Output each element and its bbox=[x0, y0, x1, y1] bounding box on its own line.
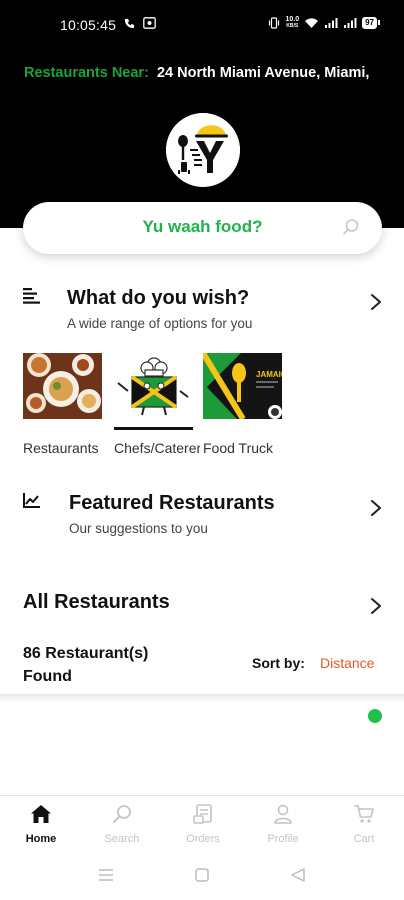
nav-label: Cart bbox=[353, 833, 375, 845]
featured-section-title: Featured Restaurants bbox=[69, 492, 275, 514]
food-truck-banner: JAMAICA bbox=[256, 370, 282, 379]
status-right-icons: 10.0 KB/S 97 bbox=[268, 16, 380, 29]
search-icon[interactable] bbox=[342, 218, 360, 236]
network-speed-value: 10.0 bbox=[285, 16, 300, 23]
wish-section-subtitle: A wide range of options for you bbox=[67, 316, 253, 331]
nav-label: Home bbox=[25, 833, 57, 845]
search-icon bbox=[113, 805, 131, 823]
nav-cart[interactable]: Cart bbox=[334, 804, 394, 845]
trending-chart-icon bbox=[23, 493, 40, 508]
status-time: 10:05:45 bbox=[60, 17, 117, 33]
system-nav-bar bbox=[0, 852, 404, 900]
category-food-truck[interactable]: JAMAICA Food Truck bbox=[203, 353, 285, 456]
home-icon bbox=[31, 805, 51, 823]
list-divider bbox=[0, 694, 404, 702]
location-address[interactable]: 24 North Miami Avenue, Miami, bbox=[157, 65, 369, 81]
network-speed: 10.0 KB/S bbox=[285, 16, 299, 29]
chevron-right-icon[interactable] bbox=[370, 499, 382, 517]
network-speed-unit: KB/S bbox=[286, 23, 299, 29]
screen-record-icon bbox=[143, 17, 156, 29]
restaurants-image bbox=[23, 353, 102, 419]
status-bar: 10:05:45 10.0 KB/S 97 bbox=[0, 0, 404, 52]
online-status-dot bbox=[368, 709, 382, 723]
category-label: Chefs/Caterers bbox=[114, 440, 200, 456]
category-restaurants[interactable]: Restaurants bbox=[23, 353, 105, 456]
signal-icon bbox=[325, 17, 338, 28]
chevron-right-icon[interactable] bbox=[370, 293, 382, 311]
location-row[interactable]: Restaurants Near: 24 North Miami Avenue,… bbox=[24, 65, 394, 81]
search-bar[interactable]: Yu waah food? bbox=[23, 202, 382, 254]
restaurant-count-suffix: Found bbox=[23, 668, 72, 685]
sort-dropdown[interactable]: Distance bbox=[320, 655, 374, 671]
wish-section-title: What do you wish? bbox=[67, 287, 250, 309]
signal-icon-2 bbox=[344, 17, 357, 28]
back-icon[interactable] bbox=[290, 867, 306, 883]
nav-home[interactable]: Home bbox=[11, 804, 71, 845]
logo-mark bbox=[166, 113, 240, 187]
nav-label: Search bbox=[104, 833, 140, 845]
recent-apps-icon[interactable] bbox=[98, 868, 114, 882]
nav-label: Orders bbox=[186, 833, 220, 845]
profile-icon bbox=[274, 804, 292, 824]
nav-search[interactable]: Search bbox=[92, 804, 152, 845]
near-label: Restaurants Near: bbox=[24, 65, 149, 81]
header: 10:05:45 10.0 KB/S 97 Restaurants Near: … bbox=[0, 0, 404, 228]
category-label: Food Truck bbox=[203, 440, 274, 456]
featured-section-subtitle: Our suggestions to you bbox=[69, 521, 208, 536]
cart-icon bbox=[354, 805, 374, 823]
search-prompt[interactable]: Yu waah food? bbox=[23, 217, 382, 237]
nav-orders[interactable]: Orders bbox=[173, 804, 233, 845]
battery-level: 97 bbox=[362, 16, 377, 29]
wifi-icon bbox=[305, 17, 319, 28]
food-truck-image: JAMAICA bbox=[203, 353, 282, 419]
chevron-right-icon[interactable] bbox=[370, 597, 382, 615]
home-button-icon[interactable] bbox=[195, 868, 209, 882]
selected-underline bbox=[114, 427, 193, 430]
nav-label: Profile bbox=[267, 833, 299, 845]
chefs-image bbox=[114, 353, 193, 419]
orders-icon bbox=[193, 804, 212, 824]
restaurant-count: 86 Restaurant(s) Found bbox=[23, 642, 183, 688]
status-left-icons bbox=[124, 17, 156, 29]
all-restaurants-title: All Restaurants bbox=[23, 591, 170, 613]
sort-label: Sort by: bbox=[252, 655, 305, 671]
menu-lines-icon bbox=[23, 288, 40, 304]
restaurant-count-value: 86 Restaurant(s) bbox=[23, 645, 149, 662]
nav-profile[interactable]: Profile bbox=[253, 804, 313, 845]
phone-icon bbox=[124, 18, 135, 28]
battery-icon: 97 bbox=[362, 16, 380, 29]
vibrate-icon bbox=[269, 16, 280, 29]
app-logo bbox=[166, 113, 240, 187]
category-label: Restaurants bbox=[23, 440, 99, 456]
category-chefs[interactable]: Chefs/Caterers bbox=[114, 353, 200, 456]
bottom-nav: Home Search Orders Profile Cart bbox=[0, 795, 404, 851]
